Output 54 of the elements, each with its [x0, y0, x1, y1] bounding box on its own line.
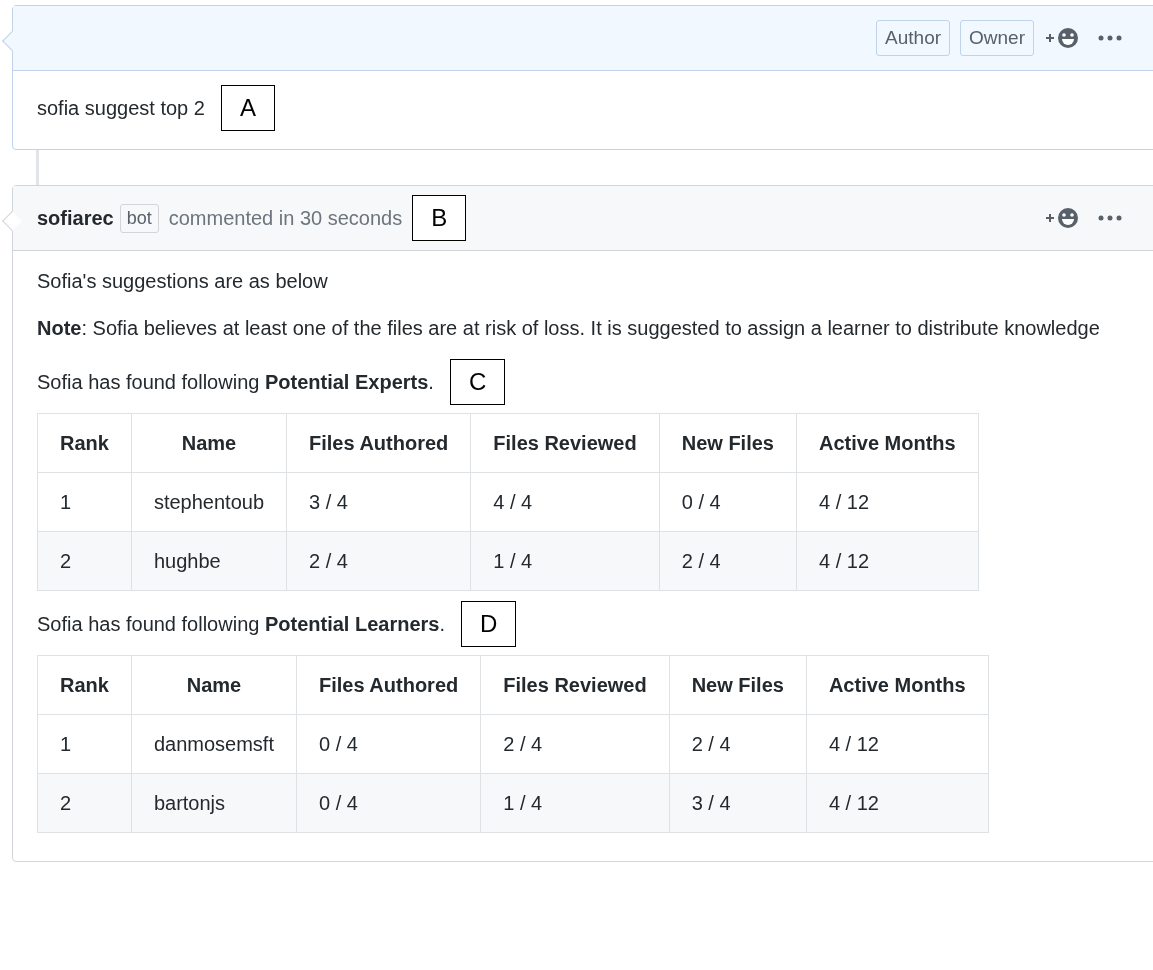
table-cell: 3 / 4: [286, 472, 471, 532]
table-cell: 2: [37, 531, 132, 591]
table-cell: 1 / 4: [470, 531, 660, 591]
column-header: Files Authored: [286, 413, 471, 473]
table-cell: bartonjs: [131, 773, 297, 833]
table-cell: stephentoub: [131, 472, 287, 532]
annotation-label: B: [412, 195, 467, 241]
column-header: Files Authored: [296, 655, 481, 715]
table-cell: 1: [37, 714, 132, 774]
table-cell: 2 / 4: [286, 531, 471, 591]
add-reaction-icon[interactable]: [1044, 206, 1080, 230]
comment-text: Sofia's suggestions are as below: [37, 269, 329, 294]
comment-text: sofia suggest top 2: [37, 96, 205, 121]
section-intro: Sofia has found following Potential Experts.: [37, 370, 434, 395]
column-header: Active Months: [806, 655, 989, 715]
column-header: Name: [131, 655, 297, 715]
table-cell: danmosemsft: [131, 714, 297, 774]
more-options-icon[interactable]: [1098, 34, 1122, 42]
annotation-label: C: [449, 359, 506, 405]
table-cell: 4 / 12: [796, 472, 979, 532]
table-cell: 4 / 12: [796, 531, 979, 591]
table-cell: 2: [37, 773, 132, 833]
role-label: Owner: [960, 19, 1034, 57]
table-cell: 3 / 4: [669, 773, 807, 833]
table-cell: hughbe: [131, 531, 287, 591]
table-cell: 0 / 4: [296, 773, 481, 833]
column-header: Active Months: [796, 413, 979, 473]
table-cell: 4 / 12: [806, 773, 989, 833]
column-header: New Files: [659, 413, 797, 473]
table-cell: 0 / 4: [296, 714, 481, 774]
table-cell: 1 / 4: [480, 773, 670, 833]
column-header: Rank: [37, 413, 132, 473]
table-cell: 2 / 4: [480, 714, 670, 774]
column-header: Name: [131, 413, 287, 473]
table-cell: 1: [37, 472, 132, 532]
table-cell: 4 / 4: [470, 472, 660, 532]
comment-text: Note: Sofia believes at least one of the files are at risk of loss. It is suggested to assign a learner to distribute knowledge: [37, 316, 1101, 341]
add-reaction-icon[interactable]: [1044, 26, 1080, 50]
annotation-label: A: [220, 85, 275, 131]
table-cell: 2 / 4: [669, 714, 807, 774]
author-link[interactable]: sofiarec: [37, 203, 114, 233]
table-cell: 4 / 12: [806, 714, 989, 774]
annotation-label: D: [461, 601, 517, 647]
table-cell: 0 / 4: [659, 472, 797, 532]
column-header: Files Reviewed: [480, 655, 670, 715]
column-header: Files Reviewed: [470, 413, 660, 473]
table-cell: 2 / 4: [659, 531, 797, 591]
column-header: Rank: [37, 655, 132, 715]
role-label: Author: [876, 19, 951, 57]
column-header: New Files: [669, 655, 807, 715]
more-options-icon[interactable]: [1098, 214, 1122, 222]
section-intro: Sofia has found following Potential Learners.: [37, 612, 445, 637]
comment-time: commented in 30 seconds: [168, 206, 403, 231]
bot-label: bot: [119, 203, 159, 233]
